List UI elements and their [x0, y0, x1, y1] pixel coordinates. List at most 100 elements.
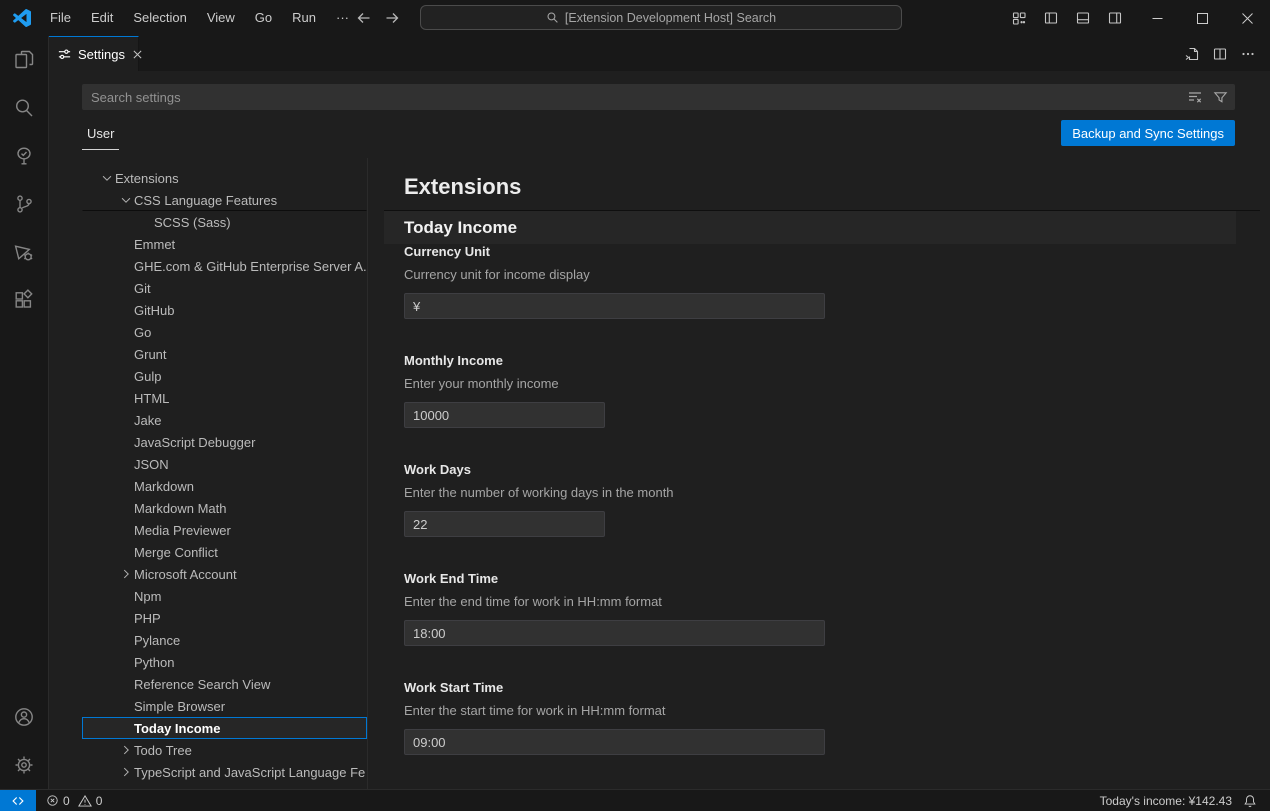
- menu-item[interactable]: Edit: [81, 0, 123, 36]
- warning-count: 0: [96, 794, 103, 808]
- tab-close-icon[interactable]: [131, 48, 144, 61]
- setting-value-input[interactable]: [404, 511, 605, 537]
- back-arrow-icon[interactable]: [356, 10, 372, 26]
- search-view-icon[interactable]: [0, 84, 48, 132]
- extensions-view-icon[interactable]: [0, 276, 48, 324]
- toc-item[interactable]: CSS Language Features: [82, 189, 367, 211]
- toc-item[interactable]: Today Income: [82, 717, 367, 739]
- tab-settings[interactable]: Settings: [49, 36, 139, 71]
- vscode-logo-icon: [13, 9, 31, 27]
- toc-item[interactable]: Microsoft Account: [82, 563, 367, 585]
- settings-search-input[interactable]: [82, 84, 1235, 110]
- toc-item[interactable]: Merge Conflict: [82, 541, 367, 563]
- toggle-primary-sidebar-icon[interactable]: [1037, 0, 1065, 36]
- toc-item[interactable]: Extensions: [82, 167, 367, 189]
- toc-item-label: Today Income: [134, 721, 220, 736]
- setting-label: Monthly Income: [404, 353, 1260, 369]
- toc-item[interactable]: GHE.com & GitHub Enterprise Server A...: [82, 255, 367, 277]
- toc-item[interactable]: Markdown Math: [82, 497, 367, 519]
- explorer-icon[interactable]: [0, 36, 48, 84]
- settings-list-panel: Extensions Today Income Currency Unit Cu…: [368, 158, 1270, 789]
- toc-item[interactable]: Gulp: [82, 365, 367, 387]
- filter-funnel-icon[interactable]: [1213, 90, 1228, 105]
- toc-item[interactable]: Markdown: [82, 475, 367, 497]
- setting-item: Monthly Income Enter your monthly income: [404, 353, 1260, 428]
- toc-item[interactable]: PHP: [82, 607, 367, 629]
- status-bar: 0 0 Today's income: ¥142.43: [0, 789, 1270, 811]
- maximize-button[interactable]: [1180, 0, 1225, 36]
- run-and-debug-icon[interactable]: [0, 228, 48, 276]
- menu-item[interactable]: File: [40, 0, 81, 36]
- toc-item-label: PHP: [134, 611, 161, 626]
- setting-description: Enter the end time for work in HH:mm for…: [404, 594, 1260, 610]
- menu-item-label: Go: [255, 10, 272, 25]
- settings-toc-tree: Extensions CSS Language Features SCSS (S…: [82, 158, 368, 789]
- split-editor-icon[interactable]: [1212, 46, 1228, 62]
- workbench-body: Settings: [0, 36, 1270, 789]
- toc-item-label: Markdown Math: [134, 501, 226, 516]
- notifications-bell-icon[interactable]: [1243, 794, 1257, 808]
- customize-layout-icon[interactable]: [1005, 0, 1033, 36]
- toc-item[interactable]: JavaScript Debugger: [82, 431, 367, 453]
- toc-item[interactable]: Jake: [82, 409, 367, 431]
- editor-group: Settings: [49, 36, 1270, 789]
- today-income-status[interactable]: Today's income: ¥142.43: [1100, 794, 1232, 808]
- error-icon: [46, 794, 59, 807]
- close-window-button[interactable]: [1225, 0, 1270, 36]
- toc-item[interactable]: TypeScript and JavaScript Language Fe...: [82, 761, 367, 783]
- setting-value-input[interactable]: [404, 729, 825, 755]
- toc-item[interactable]: JSON: [82, 453, 367, 475]
- menu-item[interactable]: Go: [245, 0, 282, 36]
- toc-item[interactable]: GitHub: [82, 299, 367, 321]
- toc-item[interactable]: Reference Search View: [82, 673, 367, 695]
- toc-item[interactable]: Go: [82, 321, 367, 343]
- menu-item[interactable]: Run: [282, 0, 326, 36]
- toc-item-label: HTML: [134, 391, 169, 406]
- toc-item-label: Go: [134, 325, 151, 340]
- toc-item-label: Todo Tree: [134, 743, 192, 758]
- minimize-button[interactable]: [1135, 0, 1180, 36]
- menu-item[interactable]: Selection: [123, 0, 196, 36]
- toc-item[interactable]: Media Previewer: [82, 519, 367, 541]
- backup-sync-settings-button[interactable]: Backup and Sync Settings: [1061, 120, 1235, 146]
- accounts-icon[interactable]: [0, 693, 48, 741]
- setting-value-input[interactable]: [404, 402, 605, 428]
- setting-value-input[interactable]: [404, 620, 825, 646]
- setting-value-input[interactable]: [404, 293, 825, 319]
- toc-item[interactable]: Git: [82, 277, 367, 299]
- forward-arrow-icon[interactable]: [384, 10, 400, 26]
- search-icon: [546, 11, 559, 24]
- toc-item[interactable]: HTML: [82, 387, 367, 409]
- clear-filters-icon[interactable]: [1187, 89, 1203, 105]
- settings-editor: User Backup and Sync Settings Extensions: [49, 71, 1270, 789]
- toc-item-label: Git: [134, 281, 151, 296]
- toc-item[interactable]: Grunt: [82, 343, 367, 365]
- toc-item[interactable]: Python: [82, 651, 367, 673]
- setting-description: Enter your monthly income: [404, 376, 1260, 392]
- menu-item[interactable]: ···: [326, 0, 359, 36]
- toc-item[interactable]: Simple Browser: [82, 695, 367, 717]
- more-actions-icon[interactable]: [1240, 46, 1256, 62]
- chevron-icon: [118, 742, 134, 758]
- remote-indicator[interactable]: [0, 790, 36, 811]
- scope-tab-user[interactable]: User: [82, 120, 119, 150]
- manage-gear-icon[interactable]: [0, 741, 48, 789]
- toc-item-label: Gulp: [134, 369, 161, 384]
- toc-item[interactable]: SCSS (Sass): [82, 211, 367, 233]
- source-control-icon[interactable]: [0, 180, 48, 228]
- todo-tree-view-icon[interactable]: [0, 132, 48, 180]
- open-settings-json-icon[interactable]: [1184, 46, 1200, 62]
- toc-item[interactable]: Emmet: [82, 233, 367, 255]
- toc-item[interactable]: Npm: [82, 585, 367, 607]
- command-center-search[interactable]: [Extension Development Host] Search: [420, 5, 902, 30]
- menu-bar: File Edit SelectionView Go Run···: [40, 0, 359, 36]
- menu-item-label: Edit: [91, 10, 113, 25]
- toggle-secondary-sidebar-icon[interactable]: [1101, 0, 1129, 36]
- problems-status[interactable]: 0 0: [36, 794, 106, 808]
- setting-item: Work Days Enter the number of working da…: [404, 462, 1260, 537]
- toc-item[interactable]: Pylance: [82, 629, 367, 651]
- setting-label: Work Days: [404, 462, 1260, 478]
- menu-item[interactable]: View: [197, 0, 245, 36]
- toc-item[interactable]: Todo Tree: [82, 739, 367, 761]
- toggle-panel-icon[interactable]: [1069, 0, 1097, 36]
